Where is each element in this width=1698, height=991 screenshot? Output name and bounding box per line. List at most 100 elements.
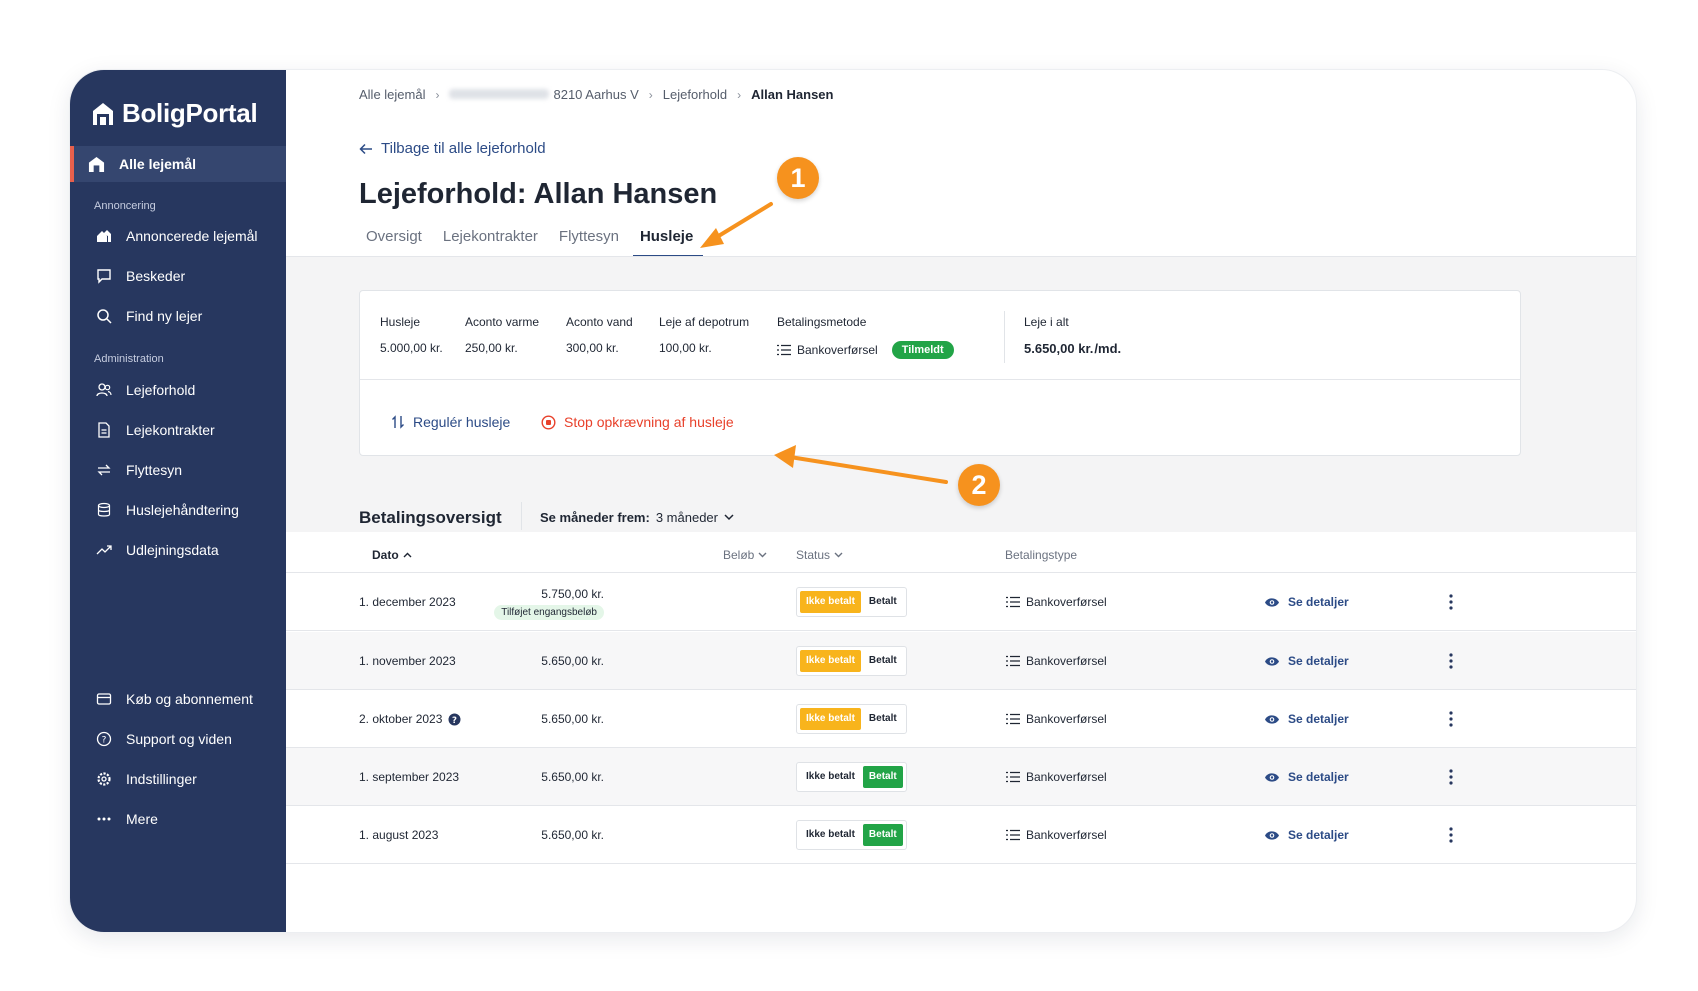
column-header-status[interactable]: Status bbox=[796, 548, 843, 562]
rent-field-depotrum: Leje af depotrum 100,00 kr. bbox=[659, 315, 749, 355]
breadcrumb-item[interactable]: Lejeforhold bbox=[663, 87, 727, 102]
list-icon bbox=[1006, 829, 1020, 841]
breadcrumb-item[interactable]: Alle lejemål bbox=[359, 87, 425, 102]
back-link[interactable]: Tilbage til alle lejeforhold bbox=[359, 140, 546, 157]
logo[interactable]: BoligPortal bbox=[92, 98, 258, 129]
row-date: 2. oktober 2023 ? bbox=[359, 712, 461, 726]
status-badge: Tilmeldt bbox=[891, 341, 954, 359]
sidebar-item-label: Flyttesyn bbox=[126, 462, 183, 478]
adjust-arrows-icon bbox=[392, 415, 404, 429]
field-label: Leje i alt bbox=[1024, 315, 1069, 329]
tab-husleje[interactable]: Husleje bbox=[632, 220, 704, 257]
see-details-link[interactable]: Se detaljer bbox=[1264, 654, 1349, 668]
months-ahead-dropdown[interactable]: Se måneder frem: 3 måneder bbox=[540, 510, 734, 525]
list-icon bbox=[1006, 771, 1020, 783]
chevron-right-icon: › bbox=[648, 87, 653, 102]
status-toggle: Ikke betalt Betalt bbox=[796, 762, 907, 792]
sidebar-item-alle-lejemal[interactable]: Alle lejemål bbox=[70, 146, 286, 182]
list-icon bbox=[1006, 713, 1020, 725]
tab-bar: Oversigt Lejekontrakter Flyttesyn Huslej… bbox=[359, 220, 707, 257]
more-vertical-icon[interactable] bbox=[1449, 711, 1453, 727]
status-paid-option[interactable]: Betalt bbox=[863, 650, 903, 672]
status-paid-option[interactable]: Betalt bbox=[862, 766, 903, 788]
table-header: Dato Beløb Status Betalingstype bbox=[286, 537, 1636, 573]
sidebar-item-huslejehandtering[interactable]: Huslejehåndtering bbox=[70, 492, 286, 528]
sidebar-item-mere[interactable]: Mere bbox=[70, 801, 286, 837]
sidebar-item-lejeforhold[interactable]: Lejeforhold bbox=[70, 372, 286, 408]
status-unpaid-option[interactable]: Ikke betalt bbox=[800, 650, 861, 672]
status-paid-option[interactable]: Betalt bbox=[863, 708, 903, 730]
sidebar-item-beskeder[interactable]: Beskeder bbox=[70, 258, 286, 294]
more-vertical-icon[interactable] bbox=[1449, 594, 1453, 610]
eye-icon bbox=[1265, 830, 1279, 840]
tab-lejekontrakter[interactable]: Lejekontrakter bbox=[436, 220, 548, 257]
field-label: Leje af depotrum bbox=[659, 315, 750, 329]
chevron-down-icon bbox=[724, 514, 734, 521]
chevron-down-icon bbox=[834, 552, 843, 558]
row-date: 1. november 2023 bbox=[359, 654, 456, 668]
sidebar-item-lejekontrakter[interactable]: Lejekontrakter bbox=[70, 412, 286, 448]
sidebar-item-label: Find ny lejer bbox=[126, 308, 203, 324]
stop-rent-button[interactable]: Stop opkrævning af husleje bbox=[541, 414, 734, 430]
sidebar-item-flyttesyn[interactable]: Flyttesyn bbox=[70, 452, 286, 488]
sidebar-item-label: Indstillinger bbox=[126, 771, 197, 787]
see-details-link[interactable]: Se detaljer bbox=[1264, 828, 1349, 842]
row-payment-type: Bankoverførsel bbox=[1006, 770, 1107, 784]
sidebar-item-label: Annoncerede lejemål bbox=[126, 228, 258, 244]
database-icon bbox=[97, 502, 111, 517]
divider bbox=[360, 379, 1520, 380]
field-value: 5.650,00 kr./md. bbox=[1024, 341, 1121, 356]
status-paid-option[interactable]: Betalt bbox=[863, 591, 903, 613]
credit-card-icon bbox=[96, 693, 112, 705]
sidebar-item-udlejningsdata[interactable]: Udlejningsdata bbox=[70, 532, 286, 568]
table-row: 1. november 2023 5.650,00 kr. Ikke betal… bbox=[286, 632, 1636, 690]
document-icon bbox=[98, 422, 110, 438]
sidebar-item-kob-og-abonnement[interactable]: Køb og abonnement bbox=[70, 681, 286, 717]
breadcrumb: Alle lejemål › 8210 Aarhus V › Lejeforho… bbox=[359, 87, 833, 102]
tab-flyttesyn[interactable]: Flyttesyn bbox=[552, 220, 629, 257]
column-header-amount[interactable]: Beløb bbox=[723, 548, 767, 562]
main-content: Alle lejemål › 8210 Aarhus V › Lejeforho… bbox=[286, 70, 1636, 932]
status-unpaid-option[interactable]: Ikke betalt bbox=[800, 591, 861, 613]
column-header-date[interactable]: Dato bbox=[372, 548, 412, 562]
field-value: 300,00 kr. bbox=[566, 341, 619, 355]
table-row: 1. december 2023 5.750,00 kr. Tilføjet e… bbox=[286, 573, 1636, 631]
svg-text:?: ? bbox=[452, 715, 457, 725]
status-paid-option[interactable]: Betalt bbox=[862, 824, 903, 846]
sidebar-item-label: Support og viden bbox=[126, 731, 232, 747]
payment-method-value: Bankoverførsel bbox=[797, 343, 878, 357]
more-vertical-icon[interactable] bbox=[1449, 827, 1453, 843]
status-unpaid-option[interactable]: Ikke betalt bbox=[800, 766, 861, 788]
see-details-link[interactable]: Se detaljer bbox=[1264, 770, 1349, 784]
breadcrumb-item[interactable]: 8210 Aarhus V bbox=[449, 87, 639, 102]
stop-circle-icon bbox=[541, 414, 556, 430]
svg-text:?: ? bbox=[102, 736, 107, 746]
tab-oversigt[interactable]: Oversigt bbox=[359, 220, 432, 257]
redacted-address bbox=[449, 89, 550, 99]
sidebar-item-annoncerede-lejemal[interactable]: Annoncerede lejemål bbox=[70, 218, 286, 254]
sidebar-item-label: Udlejningsdata bbox=[126, 542, 219, 558]
house-logo-icon bbox=[93, 102, 113, 125]
list-icon bbox=[777, 344, 791, 356]
more-vertical-icon[interactable] bbox=[1449, 653, 1453, 669]
gear-icon bbox=[97, 772, 111, 786]
row-amount: 5.650,00 kr. bbox=[541, 770, 604, 784]
row-payment-type: Bankoverførsel bbox=[1006, 828, 1107, 842]
sidebar-item-support-og-viden[interactable]: ? Support og viden bbox=[70, 721, 286, 757]
sidebar-item-find-ny-lejer[interactable]: Find ny lejer bbox=[70, 298, 286, 334]
stop-rent-label: Stop opkrævning af husleje bbox=[564, 414, 734, 430]
row-date: 1. september 2023 bbox=[359, 770, 460, 784]
status-unpaid-option[interactable]: Ikke betalt bbox=[800, 824, 861, 846]
more-vertical-icon[interactable] bbox=[1449, 769, 1453, 785]
status-unpaid-option[interactable]: Ikke betalt bbox=[800, 708, 861, 730]
see-details-link[interactable]: Se detaljer bbox=[1264, 595, 1349, 609]
swap-arrows-icon bbox=[97, 464, 111, 476]
adjust-rent-button[interactable]: Regulér husleje bbox=[391, 414, 510, 430]
see-details-link[interactable]: Se detaljer bbox=[1264, 712, 1349, 726]
amount-value: 5.750,00 kr. bbox=[541, 587, 604, 601]
row-payment-type: Bankoverførsel bbox=[1006, 654, 1107, 668]
field-label: Betalingsmetode bbox=[777, 315, 867, 329]
sidebar-item-indstillinger[interactable]: Indstillinger bbox=[70, 761, 286, 797]
help-circle-icon[interactable]: ? bbox=[448, 713, 461, 726]
chevron-right-icon: › bbox=[435, 87, 440, 102]
